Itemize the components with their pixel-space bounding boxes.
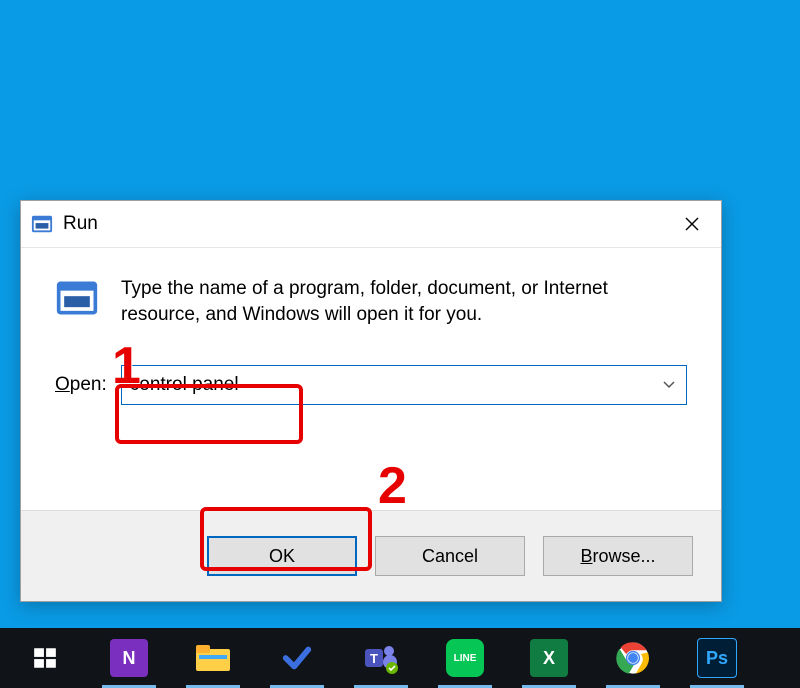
dialog-body: Type the name of a program, folder, docu… (21, 248, 721, 405)
open-combobox[interactable] (121, 365, 687, 405)
chrome-icon (616, 641, 650, 675)
titlebar: Run (21, 201, 721, 248)
line-icon: LINE (446, 639, 484, 677)
open-label: Open: (55, 374, 107, 396)
taskbar-teams[interactable]: T (340, 628, 422, 688)
taskbar-photoshop[interactable]: Ps (676, 628, 758, 688)
close-button[interactable] (669, 201, 715, 247)
open-input[interactable] (122, 370, 652, 400)
windows-logo-icon (32, 645, 58, 671)
taskbar-line[interactable]: LINE (424, 628, 506, 688)
onenote-icon: N (110, 639, 148, 677)
button-bar: OK Cancel Browse... (21, 510, 721, 601)
teams-icon: T (363, 641, 399, 675)
file-explorer-icon (195, 643, 231, 673)
taskbar-chrome[interactable] (592, 628, 674, 688)
svg-text:T: T (370, 651, 378, 666)
run-icon-large (55, 276, 99, 320)
cancel-button[interactable]: Cancel (375, 536, 525, 576)
dialog-description: Type the name of a program, folder, docu… (121, 276, 687, 327)
browse-button[interactable]: Browse... (543, 536, 693, 576)
ok-button[interactable]: OK (207, 536, 357, 576)
taskbar-todo[interactable] (256, 628, 338, 688)
photoshop-icon: Ps (697, 638, 737, 678)
run-icon (31, 213, 53, 235)
combobox-chevron-icon[interactable] (652, 366, 686, 404)
taskbar: N T LINE X (0, 628, 800, 688)
run-dialog: Run Type the name of a program, folder, … (20, 200, 722, 602)
window-title: Run (63, 213, 98, 235)
taskbar-start[interactable] (4, 628, 86, 688)
taskbar-excel[interactable]: X (508, 628, 590, 688)
excel-icon: X (530, 639, 568, 677)
taskbar-file-explorer[interactable] (172, 628, 254, 688)
todo-icon (280, 641, 314, 675)
taskbar-onenote[interactable]: N (88, 628, 170, 688)
